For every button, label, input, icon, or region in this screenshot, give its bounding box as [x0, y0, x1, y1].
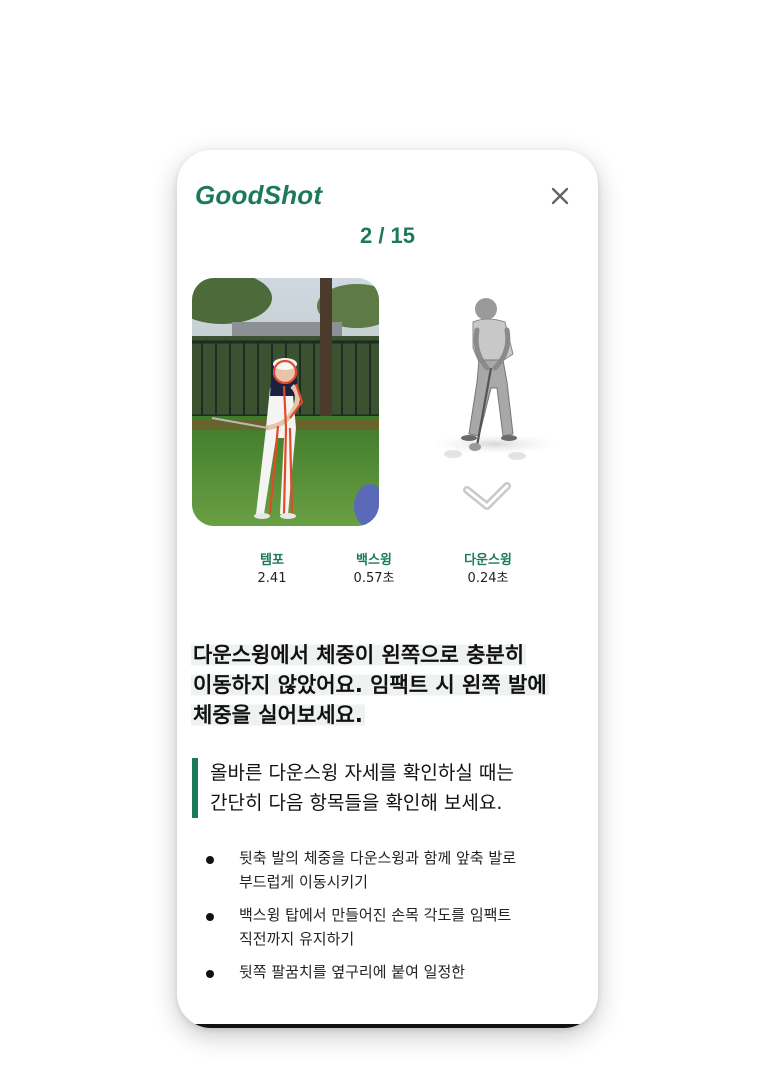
- guide-quote: 올바른 다운스윙 자세를 확인하실 때는 간단히 다음 항목들을 확인해 보세요…: [192, 758, 598, 818]
- list-item: 뒷축 발의 체중을 다운스윙과 함께 앞축 발로 부드럽게 이동시키기: [191, 846, 591, 894]
- tip-line: 뒷쪽 팔꿈치를 옆구리에 붙여 일정한: [239, 963, 466, 981]
- feedback-line: 이동하지 않았어요. 임팩트 시 왼쪽 발에: [191, 673, 549, 697]
- close-button[interactable]: [548, 184, 572, 208]
- list-item: 뒷쪽 팔꿈치를 옆구리에 붙여 일정한: [191, 960, 591, 984]
- tip-line: 뒷축 발의 체중을 다운스윙과 함께 앞축 발로: [239, 849, 517, 867]
- feedback-line: 다운스윙에서 체중이 왼쪽으로 충분히: [191, 643, 527, 667]
- metric-label: 다운스윙: [464, 553, 512, 568]
- quote-line: 간단히 다음 항목들을 확인해 보세요.: [210, 792, 503, 814]
- feedback-line: 체중을 실어보세요.: [191, 703, 365, 727]
- metric-label: 백스윙: [356, 553, 392, 568]
- metric-value: 2.41: [257, 571, 287, 586]
- bullet-icon: [206, 856, 214, 864]
- swing-photo: [192, 278, 379, 526]
- tip-line: 부드럽게 이동시키기: [239, 873, 368, 891]
- brand-logo: GoodShot: [195, 180, 323, 210]
- metric-value: 0.24초: [467, 571, 509, 586]
- swing-metrics: 템포 2.41 백스윙 0.57초 다운스윙 0.24초: [217, 552, 547, 592]
- quote-line: 올바른 다운스윙 자세를 확인하실 때는: [210, 762, 514, 784]
- metric-backswing: 백스윙 0.57초: [319, 552, 429, 588]
- metric-value: 0.57초: [353, 571, 395, 586]
- swing-feedback-card: GoodShot 2 / 15 템포 2.41 백스윙 0.57초 다운스윙 0…: [177, 150, 598, 1028]
- list-item: 백스윙 탑에서 만들어진 손목 각도를 임팩트 직전까지 유지하기: [191, 903, 591, 951]
- tip-line: 백스윙 탑에서 만들어진 손목 각도를 임팩트: [239, 906, 512, 924]
- metric-tempo: 템포 2.41: [217, 552, 327, 588]
- tip-line: 직전까지 유지하기: [239, 930, 355, 948]
- bullet-icon: [206, 913, 214, 921]
- reference-golfer-illustration: [429, 290, 559, 470]
- close-icon: [551, 187, 569, 205]
- metric-label: 템포: [260, 553, 284, 568]
- check-chevron-icon: [462, 478, 512, 512]
- feedback-text: 다운스윙에서 체중이 왼쪽으로 충분히 이동하지 않았어요. 임팩트 시 왼쪽 …: [191, 640, 591, 730]
- bullet-icon: [206, 970, 214, 978]
- tips-list: 뒷축 발의 체중을 다운스윙과 함께 앞축 발로 부드럽게 이동시키기 백스윙 …: [191, 846, 591, 984]
- progress-counter: 2 / 15: [359, 223, 416, 248]
- metric-downswing: 다운스윙 0.24초: [433, 552, 543, 588]
- stage: GoodShot 2 / 15 템포 2.41 백스윙 0.57초 다운스윙 0…: [0, 0, 772, 1080]
